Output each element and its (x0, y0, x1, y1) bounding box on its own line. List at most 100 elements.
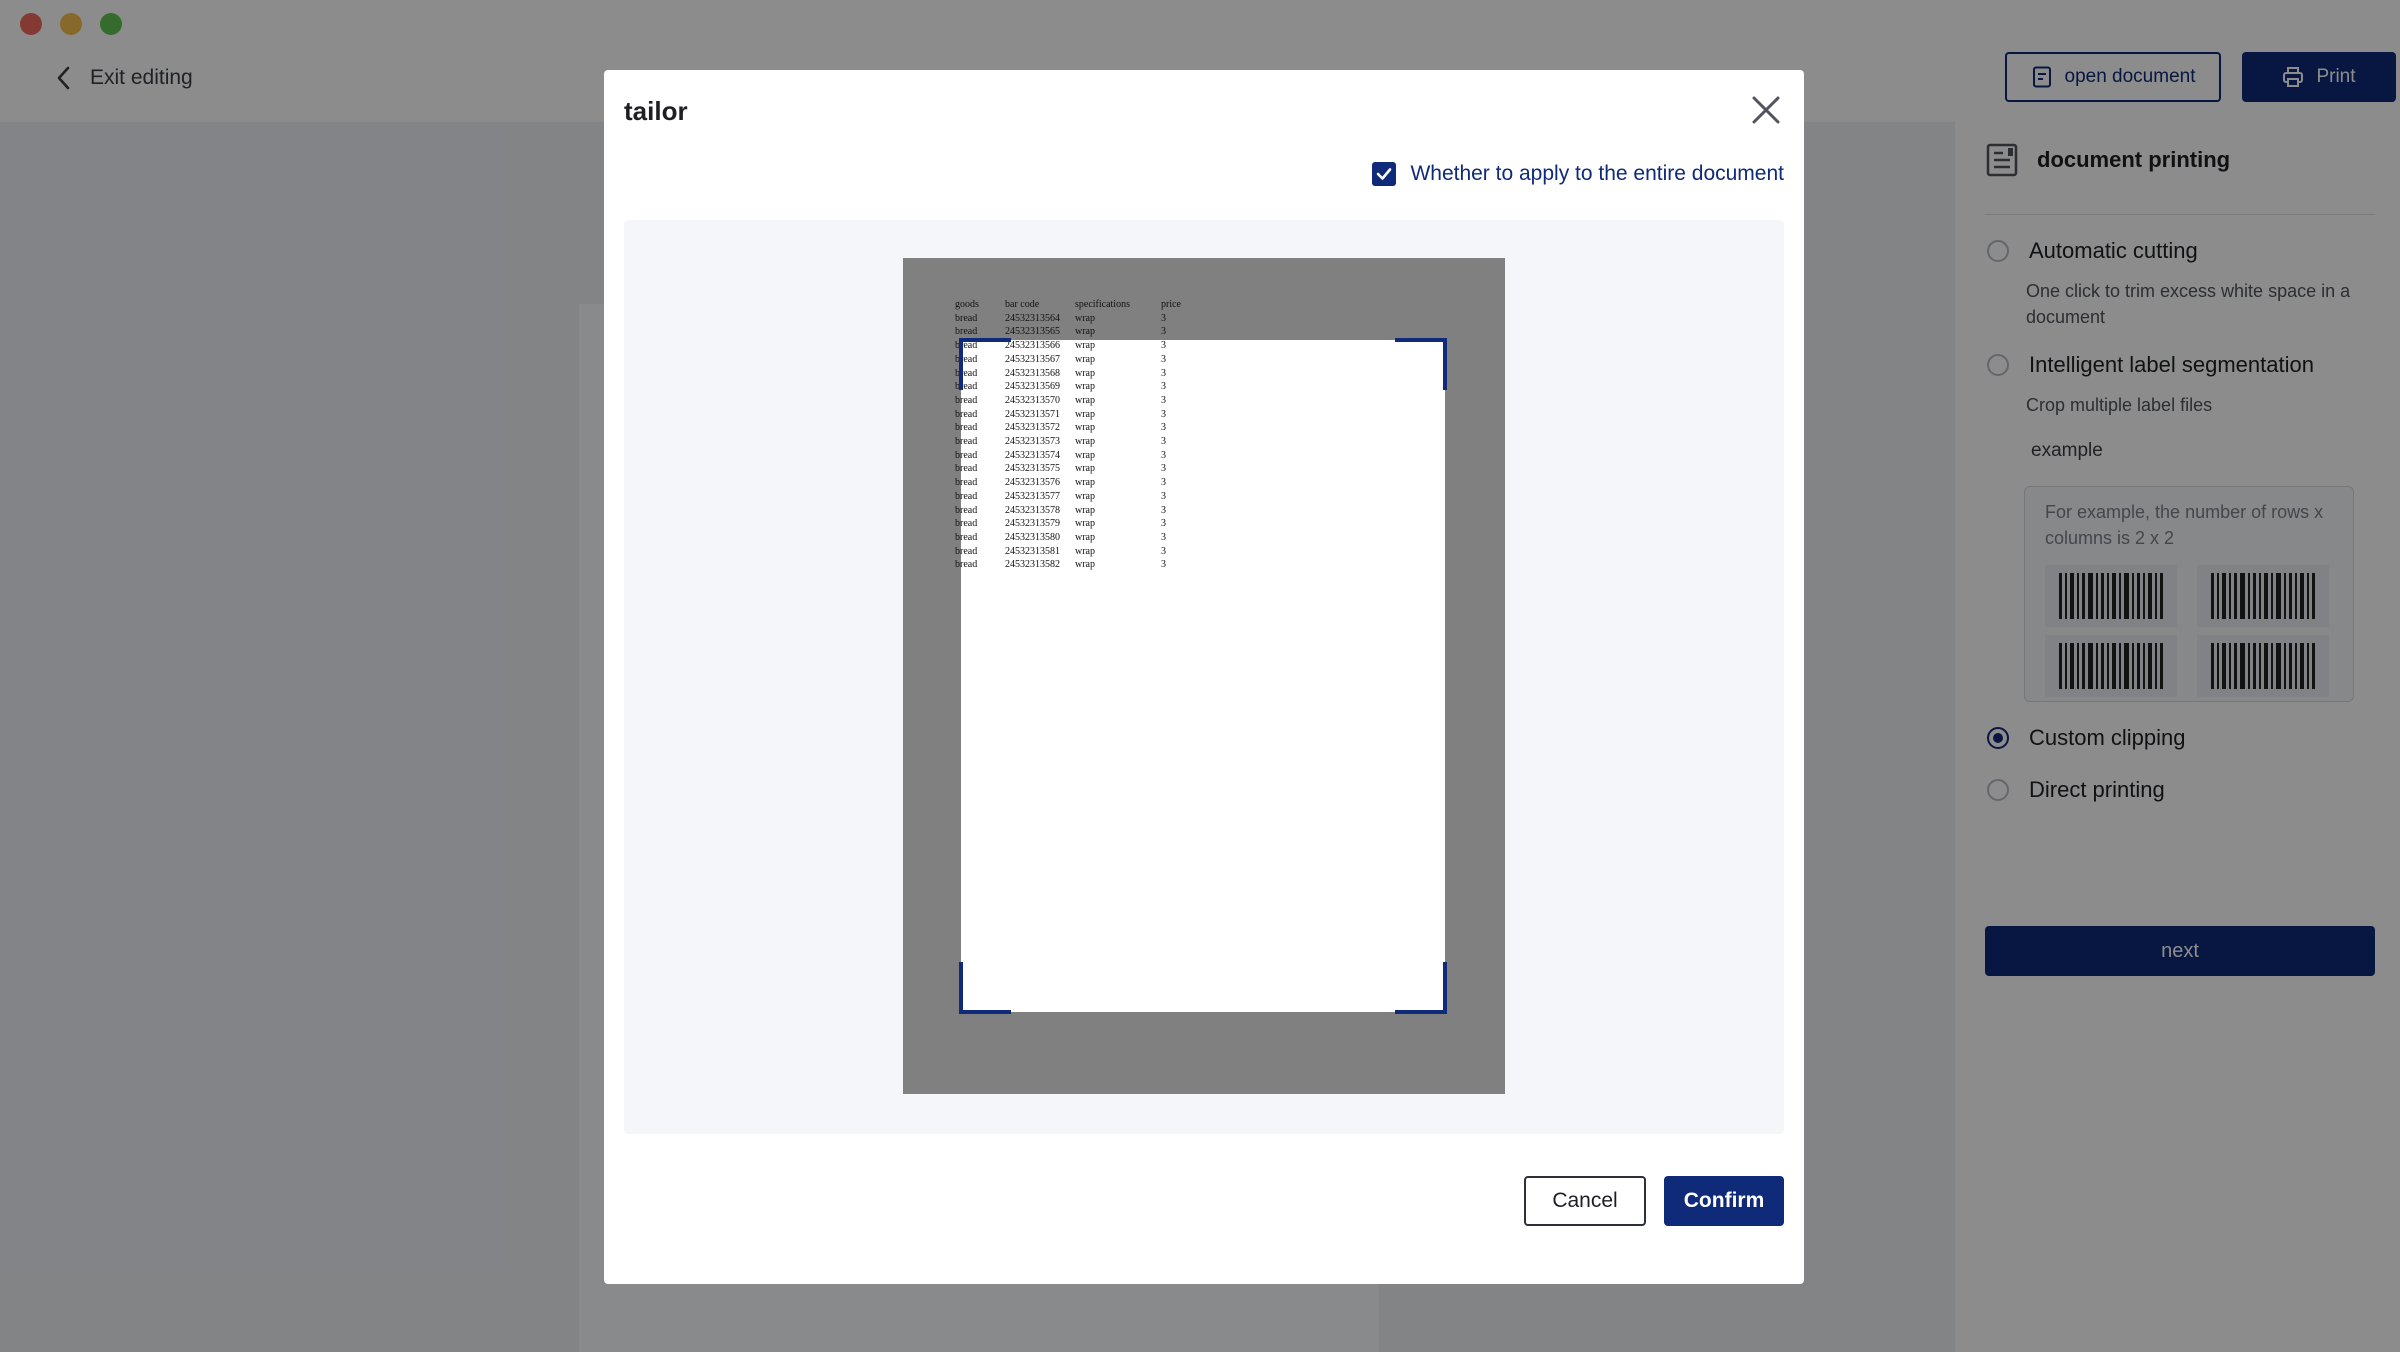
document-cell: bread (955, 408, 978, 420)
document-cell: bread (955, 394, 978, 406)
document-cell: bread (955, 559, 978, 571)
document-cell: wrap (1075, 504, 1095, 516)
document-row: bread 24532313582 wrap 3 (955, 558, 1201, 572)
document-cell: 3 (1161, 422, 1166, 434)
document-cell: wrap (1075, 340, 1095, 352)
crop-handle-top-right[interactable] (1395, 338, 1447, 390)
document-cell: 3 (1161, 381, 1166, 393)
document-row: bread 24532313575 wrap 3 (955, 462, 1201, 476)
document-row: bread 24532313574 wrap 3 (955, 449, 1201, 463)
document-cell: wrap (1075, 422, 1095, 434)
document-cell: 24532313572 (1005, 422, 1060, 434)
document-cell: bread (955, 436, 978, 448)
document-cell: bread (955, 477, 978, 489)
document-cell: wrap (1075, 394, 1095, 406)
document-cell: 3 (1161, 518, 1166, 530)
document-cell: bread (955, 312, 978, 324)
document-cell: 3 (1161, 326, 1166, 338)
document-cell: bread (955, 463, 978, 475)
crop-handle-top-left[interactable] (959, 338, 1011, 390)
document-cell: wrap (1075, 367, 1095, 379)
document-cell: 24532313568 (1005, 367, 1060, 379)
document-cell: wrap (1075, 490, 1095, 502)
tailor-dialog: tailor Whether to apply to the entire do… (604, 70, 1804, 1284)
apply-entire-document-label: Whether to apply to the entire document (1410, 162, 1784, 185)
document-cell: bread (955, 504, 978, 516)
document-cell: 24532313579 (1005, 518, 1060, 530)
document-cell: 3 (1161, 531, 1166, 543)
crop-canvas[interactable]: goods bar code specifications price bread 245… (903, 258, 1505, 1094)
document-cell: 24532313581 (1005, 545, 1060, 557)
document-row: bread 24532313570 wrap 3 (955, 394, 1201, 408)
document-cell: 3 (1161, 449, 1166, 461)
document-cell: 3 (1161, 545, 1166, 557)
document-cell: 24532313576 (1005, 477, 1060, 489)
dialog-title: tailor (624, 96, 688, 126)
document-cell: 3 (1161, 463, 1166, 475)
apply-entire-document-toggle[interactable]: Whether to apply to the entire document (1372, 162, 1784, 186)
document-cell: bread (955, 545, 978, 557)
document-row: bread 24532313564 wrap 3 (955, 312, 1201, 326)
document-cell: wrap (1075, 463, 1095, 475)
document-cell: 3 (1161, 436, 1166, 448)
document-cell: bread (955, 490, 978, 502)
document-cell: wrap (1075, 381, 1095, 393)
confirm-button[interactable]: Confirm (1664, 1176, 1784, 1226)
close-icon (1752, 96, 1780, 124)
document-header-cell: price (1161, 299, 1181, 310)
document-cell: bread (955, 531, 978, 543)
document-row: bread 24532313572 wrap 3 (955, 421, 1201, 435)
document-cell: wrap (1075, 312, 1095, 324)
document-row: bread 24532313580 wrap 3 (955, 531, 1201, 545)
document-row: bread 24532313581 wrap 3 (955, 545, 1201, 559)
document-cell: 24532313573 (1005, 436, 1060, 448)
document-cell: wrap (1075, 531, 1095, 543)
document-cell: bread (955, 449, 978, 461)
dialog-close-button[interactable] (1746, 90, 1786, 130)
document-cell: 24532313577 (1005, 490, 1060, 502)
document-cell: 24532313574 (1005, 449, 1060, 461)
document-cell: wrap (1075, 518, 1095, 530)
document-cell: 24532313578 (1005, 504, 1060, 516)
document-cell: 3 (1161, 340, 1166, 352)
document-cell: bread (955, 518, 978, 530)
document-cell: 3 (1161, 312, 1166, 324)
document-cell: 24532313582 (1005, 559, 1060, 571)
document-cell: wrap (1075, 449, 1095, 461)
cancel-button[interactable]: Cancel (1524, 1176, 1646, 1226)
document-cell: 24532313580 (1005, 531, 1060, 543)
document-cell: bread (955, 422, 978, 434)
document-cell: wrap (1075, 545, 1095, 557)
document-header-row: goods bar code specifications price (955, 298, 1201, 312)
document-cell: 24532313571 (1005, 408, 1060, 420)
document-cell: 3 (1161, 408, 1166, 420)
document-cell: 24532313569 (1005, 381, 1060, 393)
crop-preview-area: goods bar code specifications price bread 245… (624, 220, 1784, 1134)
document-cell: 24532313567 (1005, 353, 1060, 365)
document-cell: 3 (1161, 504, 1166, 516)
document-cell: 24532313575 (1005, 463, 1060, 475)
document-cell: 24532313564 (1005, 312, 1060, 324)
document-cell: 3 (1161, 367, 1166, 379)
document-cell: wrap (1075, 436, 1095, 448)
crop-handle-bottom-right[interactable] (1395, 962, 1447, 1014)
document-header-cell: goods (955, 299, 979, 310)
document-row: bread 24532313576 wrap 3 (955, 476, 1201, 490)
document-header-cell: specifications (1075, 299, 1130, 310)
checkmark-icon (1377, 168, 1392, 180)
document-cell: 3 (1161, 353, 1166, 365)
document-row: bread 24532313573 wrap 3 (955, 435, 1201, 449)
document-row: bread 24532313577 wrap 3 (955, 490, 1201, 504)
document-cell: wrap (1075, 477, 1095, 489)
document-row: bread 24532313578 wrap 3 (955, 504, 1201, 518)
document-cell: wrap (1075, 408, 1095, 420)
document-cell: 24532313566 (1005, 340, 1060, 352)
document-header-cell: bar code (1005, 299, 1040, 310)
apply-entire-document-checkbox[interactable] (1372, 162, 1397, 186)
crop-handle-bottom-left[interactable] (959, 962, 1011, 1014)
document-cell: wrap (1075, 559, 1095, 571)
document-cell: 3 (1161, 490, 1166, 502)
document-cell: 3 (1161, 477, 1166, 489)
document-cell: wrap (1075, 353, 1095, 365)
document-cell: 3 (1161, 394, 1166, 406)
